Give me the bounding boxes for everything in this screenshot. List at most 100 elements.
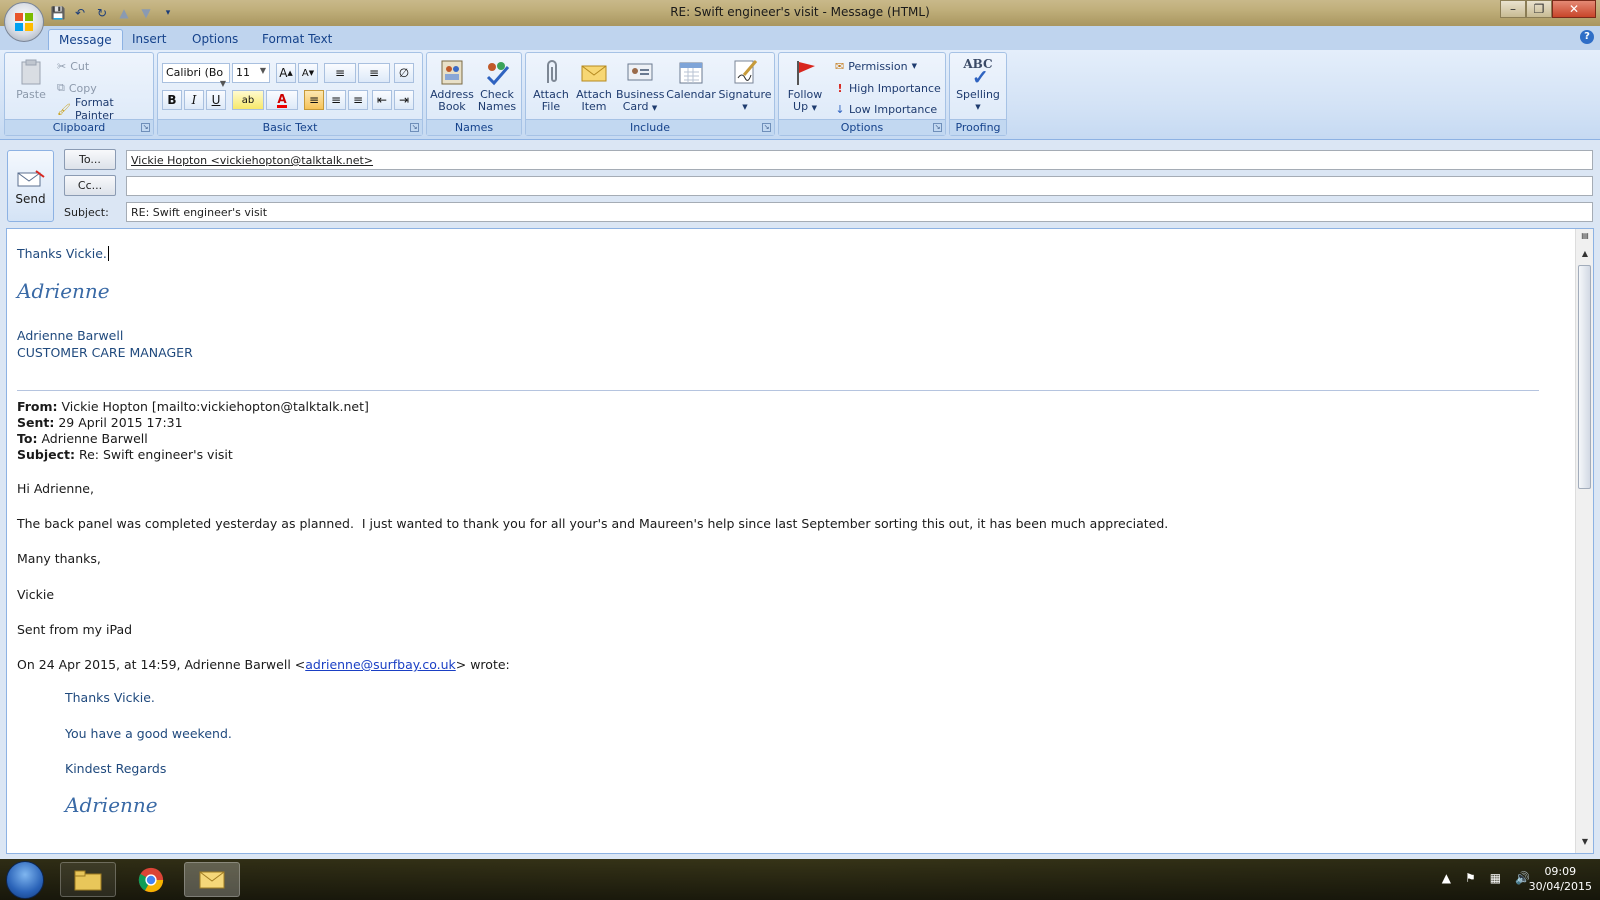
red-flag-icon: [797, 61, 815, 85]
group-label-include: Include: [526, 119, 774, 135]
quoted-signature-script: Adrienne: [65, 793, 158, 817]
align-center-button[interactable]: ≡: [326, 90, 346, 110]
down-arrow-icon: ↓: [835, 102, 845, 116]
signoff-name: Vickie: [17, 587, 55, 602]
calendar-button[interactable]: Calendar: [664, 55, 718, 117]
group-label-basic-text: Basic Text: [158, 119, 422, 135]
title-bar: 💾 ↶ ↻ ▲ ▼ ▾ RE: Swift engineer's visit -…: [0, 0, 1600, 26]
copy-button[interactable]: ⧉ Copy: [57, 79, 97, 97]
numbering-button[interactable]: ≡: [358, 63, 390, 83]
show-hidden-icons-icon[interactable]: ▲: [1442, 871, 1451, 885]
subject-field[interactable]: RE: Swift engineer's visit: [126, 202, 1593, 222]
tab-options[interactable]: Options: [182, 29, 248, 50]
spelling-check-icon: ABC ✓: [963, 57, 993, 89]
format-painter-button[interactable]: 🖌 Format Painter: [57, 96, 153, 122]
message-body-editor[interactable]: Thanks Vickie.​ Adrienne Adrienne Barwel…: [6, 228, 1594, 854]
options-launcher-icon[interactable]: ↘: [933, 123, 942, 132]
outlook-icon: [199, 871, 225, 889]
minimize-button[interactable]: –: [1500, 0, 1526, 18]
email-link[interactable]: adrienne@surfbay.co.uk: [305, 657, 456, 672]
align-left-button[interactable]: ≡: [304, 90, 324, 110]
grow-font-button[interactable]: A ▲: [276, 63, 296, 83]
basic-text-launcher-icon[interactable]: ↘: [410, 123, 419, 132]
office-button[interactable]: [4, 2, 44, 42]
tab-message[interactable]: Message: [48, 29, 123, 50]
help-icon[interactable]: ?: [1580, 30, 1594, 44]
align-left-icon: ≡: [308, 93, 320, 107]
header-subject: Subject: Re: Swift engineer's visit: [17, 447, 233, 462]
group-label-clipboard: Clipboard: [5, 119, 153, 135]
increase-indent-button[interactable]: ⇥: [394, 90, 414, 110]
send-envelope-icon: [17, 170, 45, 187]
font-color-icon: A: [277, 91, 287, 108]
shrink-font-button[interactable]: A ▼: [298, 63, 318, 83]
restore-button[interactable]: ❐: [1526, 0, 1552, 18]
signature-button[interactable]: Signature ▼: [718, 55, 772, 117]
font-color-button[interactable]: A: [266, 90, 298, 110]
text-cursor: ​: [107, 246, 109, 261]
sender-name: Adrienne Barwell: [17, 328, 124, 343]
cc-field[interactable]: [126, 176, 1593, 196]
clipboard-launcher-icon[interactable]: ↘: [141, 123, 150, 132]
highlight-button[interactable]: ab: [232, 90, 264, 110]
taskbar-chrome[interactable]: [122, 862, 178, 897]
sent-from-line: Sent from my iPad: [17, 622, 133, 637]
scrollbar-thumb[interactable]: [1578, 265, 1591, 489]
font-name-combo[interactable]: Calibri (Bo ▼: [162, 63, 230, 88]
paste-button[interactable]: Paste: [7, 55, 55, 117]
header-to: To: Adrienne Barwell: [17, 431, 148, 446]
taskbar-outlook[interactable]: [184, 862, 240, 897]
bold-button[interactable]: B: [162, 90, 182, 110]
start-button[interactable]: [6, 861, 44, 899]
to-button[interactable]: To...: [64, 149, 116, 170]
cc-button[interactable]: Cc...: [64, 175, 116, 196]
envelope-icon: [581, 65, 607, 82]
low-importance-button[interactable]: ↓ Low Importance: [835, 100, 937, 118]
business-card-icon: [627, 63, 653, 81]
copy-icon: ⧉: [57, 81, 65, 94]
action-center-flag-icon[interactable]: ⚑: [1465, 871, 1476, 885]
divider: [17, 390, 1539, 391]
address-book-button[interactable]: Address Book: [428, 55, 476, 117]
taskbar-explorer[interactable]: [60, 862, 116, 897]
network-icon[interactable]: ▦: [1490, 871, 1501, 885]
attach-item-button[interactable]: Attach Item: [570, 55, 618, 117]
window-controls: – ❐ ✕: [1500, 0, 1596, 18]
font-size-combo[interactable]: 11 ▼: [232, 63, 270, 83]
attach-file-button[interactable]: Attach File: [527, 55, 575, 117]
high-importance-button[interactable]: ! High Importance: [835, 79, 940, 97]
reply-line: Thanks Vickie.​: [17, 246, 109, 261]
check-names-button[interactable]: Check Names: [473, 55, 521, 117]
underline-button[interactable]: U: [206, 90, 226, 110]
dropdown-arrow-icon: ▼: [742, 103, 748, 111]
decrease-indent-icon: ⇤: [376, 93, 388, 107]
permission-button[interactable]: ✉ Permission ▼: [835, 57, 917, 75]
scroll-down-icon[interactable]: ▼: [1576, 837, 1593, 851]
dropdown-arrow-icon: ▼: [651, 104, 658, 112]
business-card-button[interactable]: Business Card ▼: [616, 55, 665, 117]
bullets-button[interactable]: ≡: [324, 63, 356, 83]
clock[interactable]: 09:09 30/04/2015: [1529, 864, 1592, 894]
decrease-indent-button[interactable]: ⇤: [372, 90, 392, 110]
tab-insert[interactable]: Insert: [122, 29, 176, 50]
scroll-up-icon[interactable]: ▲: [1576, 249, 1593, 263]
clear-formatting-button[interactable]: ∅: [394, 63, 414, 83]
send-button[interactable]: Send: [7, 150, 54, 222]
tab-format-text[interactable]: Format Text: [252, 29, 342, 50]
vertical-scrollbar[interactable]: ▤ ▲ ▼: [1575, 229, 1593, 853]
follow-up-button[interactable]: Follow Up ▼: [781, 55, 829, 117]
window-title: RE: Swift engineer's visit - Message (HT…: [670, 5, 930, 19]
close-button[interactable]: ✕: [1552, 0, 1596, 18]
italic-button[interactable]: I: [184, 90, 204, 110]
include-launcher-icon[interactable]: ↘: [762, 123, 771, 132]
main-paragraph: The back panel was completed yesterday a…: [17, 516, 1169, 531]
spelling-button[interactable]: ABC ✓ Spelling ▼: [954, 55, 1002, 117]
cut-button[interactable]: ✂ Cut: [57, 57, 89, 75]
highlighter-icon: ab: [241, 94, 255, 106]
to-field[interactable]: Vickie Hopton <vickiehopton@talktalk.net…: [126, 150, 1593, 170]
group-label-names: Names: [427, 119, 521, 135]
align-right-button[interactable]: ≡: [348, 90, 368, 110]
clipboard-icon: [21, 59, 41, 85]
ruler-toggle-icon[interactable]: ▤: [1576, 231, 1593, 245]
dropdown-arrow-icon: ▼: [911, 62, 917, 70]
